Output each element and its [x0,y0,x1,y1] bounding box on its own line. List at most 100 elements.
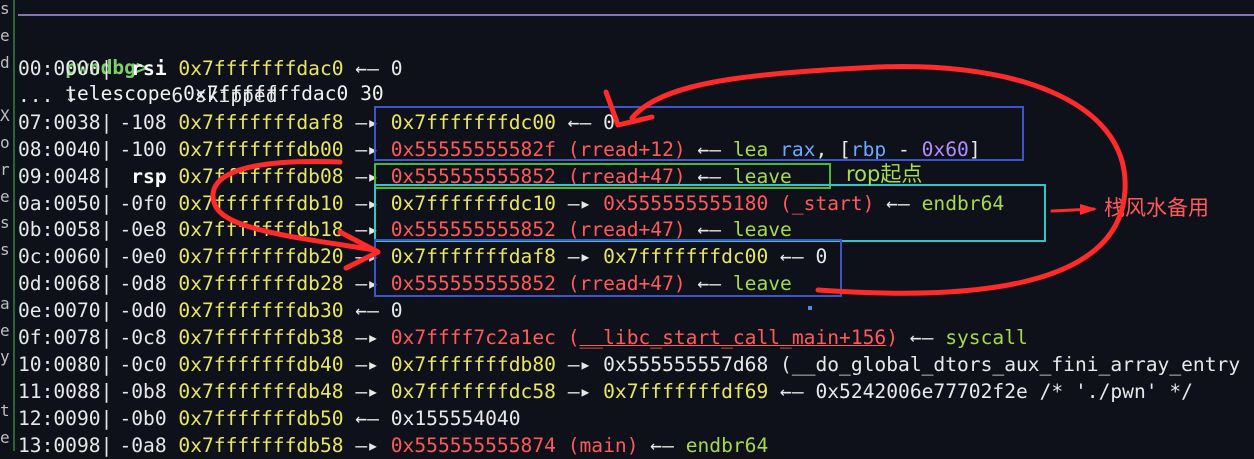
deref-arrow: —▸ [555,352,604,376]
telescope-value: endbr64 [685,433,769,457]
red-pointer-arrowhead [1080,204,1097,215]
stack-address[interactable]: 0x7fffffffdb00 [178,138,343,161]
deref-arrow: —▸ [343,326,391,349]
gutter-char: s [0,0,10,18]
telescope-value: 0 [390,299,403,323]
stack-address[interactable]: 0x7fffffffdb40 [178,353,343,376]
gutter-char: e [0,320,10,340]
register-offset: -100 [119,137,167,161]
register-offset: -0c8 [119,326,167,349]
telescope-value: __libc_start_call_main+156 [579,326,887,349]
row-index: 08:0040 [18,137,101,161]
gutter-char: y [0,347,10,367]
gutter-char: e [0,25,10,45]
telescope-value: 0x7fffffffdf69 [603,379,769,403]
column-divider: | [100,326,113,349]
telescope-value: 0x7fffffffdb80 [390,352,556,376]
deref-arrow: —▸ [555,379,604,403]
telescope-value: 0x555555557d68 (__do_global_dtors_aux_fi… [603,352,1241,376]
register-offset: rsi [131,57,167,80]
annotation-dot [808,306,812,310]
gutter-char: e [0,427,10,447]
row-index: 0d:0068 [18,272,101,296]
column-divider: | [100,164,113,188]
telescope-row: 0e:0070| -0d0 0x7fffffffdb30 ←— 0 [18,298,403,324]
red-pointer-arrow [1050,207,1096,213]
deref-arrow: —▸ [343,433,391,457]
row-index: 0e:0070 [18,299,101,323]
column-divider: | [100,406,113,430]
skip-indicator: ... ↓ 6 skipped [18,83,278,107]
gutter-char: r [0,159,10,179]
deref-arrow: ←— [768,379,816,403]
stack-address[interactable]: 0x7fffffffdb30 [178,299,343,322]
deref-arrow: ←— [898,326,946,349]
highlight-box-cyan-fengshui [374,184,1046,242]
telescope-row: 13:0098| -0a8 0x7fffffffdb58 —▸ 0x5555555… [18,433,768,459]
row-index: 0f:0078 [18,326,101,349]
left-gutter: sedXoressaeyte [0,0,12,451]
register-offset: -0e8 [119,218,167,242]
stack-address[interactable]: 0x7fffffffdb10 [178,192,343,215]
telescope-value: 0x7fffffffdc58 [390,379,556,403]
command-line[interactable]: pwndbg> telescope 0x7fffffffdac0 30 [18,29,384,105]
gutter-char: s [0,240,10,260]
gutter-char: X [0,106,10,126]
row-index: 0a:0050 [18,191,101,215]
gutter-char: s [0,213,10,233]
row-index: 10:0080 [18,352,101,376]
telescope-value: ) [886,326,899,349]
annotation-fengshui: 栈风水备用 [1104,196,1209,220]
stack-address[interactable]: 0x7fffffffdb58 [178,434,343,457]
register-offset: -0f0 [119,191,167,215]
deref-arrow: —▸ [343,352,391,376]
telescope-row: 00:0000| rsi 0x7fffffffdac0 ←— 0 [18,56,403,82]
highlight-box-blue-top [374,106,1024,161]
row-index: 11:0088 [18,379,101,403]
telescope-value: 0x5242006e77702f2e /* './pwn' */ [815,379,1193,403]
column-divider: | [100,299,113,323]
deref-arrow: —▸ [343,379,391,403]
row-index: 00:0000 [18,57,101,80]
register-offset: -0a8 [119,433,167,457]
separator-line [18,14,1254,16]
deref-arrow: ←— [343,299,391,323]
register-offset: -0b8 [119,379,167,403]
telescope-value: 0x155554040 [390,406,521,430]
register-offset: rsp [131,164,167,188]
telescope-row: 12:0090| -0b0 0x7fffffffdb50 ←— 0x1555540… [18,406,521,432]
stack-address[interactable]: 0x7fffffffdb20 [178,245,343,268]
row-index: 07:0038 [18,110,101,134]
gutter-char: a [0,293,10,313]
telescope-value: 0 [390,57,403,80]
column-divider: | [100,137,113,161]
register-offset: -108 [119,110,167,134]
row-index: 0c:0060 [18,245,101,269]
stack-address[interactable]: 0x7fffffffdaf8 [178,111,343,134]
telescope-row: 0f:0078| -0c8 0x7fffffffdb38 —▸ 0x7ffff7c… [18,325,1028,351]
stack-address[interactable]: 0x7fffffffdb50 [178,407,343,430]
terminal-window[interactable]: sedXoressaeyte pwndbg> telescope 0x7ffff… [0,0,1254,457]
telescope-row: 10:0080| -0c0 0x7fffffffdb40 —▸ 0x7ffffff… [18,352,1240,378]
column-divider: | [100,272,113,296]
gutter-char: o [0,133,10,152]
register-offset: -0d0 [119,299,167,323]
gutter-divider [13,0,15,451]
deref-arrow: ←— [343,57,391,80]
telescope-row: ... ↓ 6 skipped [18,83,278,109]
register-offset: -0b0 [119,406,167,430]
stack-address[interactable]: 0x7fffffffdb28 [178,272,343,295]
telescope-value: syscall [945,326,1028,349]
stack-address[interactable]: 0x7fffffffdac0 [178,57,343,80]
column-divider: | [100,379,113,403]
telescope-value: 0x7ffff7c2a1ec ( [390,326,580,349]
register-offset: -0d8 [119,272,167,296]
stack-address[interactable]: 0x7fffffffdb38 [178,326,343,349]
stack-address[interactable]: 0x7fffffffdb48 [178,380,343,403]
stack-address[interactable]: 0x7fffffffdb18 [178,218,343,241]
column-divider: | [100,57,113,80]
row-index: 09:0048 [18,164,101,188]
column-divider: | [100,352,113,376]
highlight-box-blue-bottom [374,239,842,297]
stack-address[interactable]: 0x7fffffffdb08 [178,165,343,188]
